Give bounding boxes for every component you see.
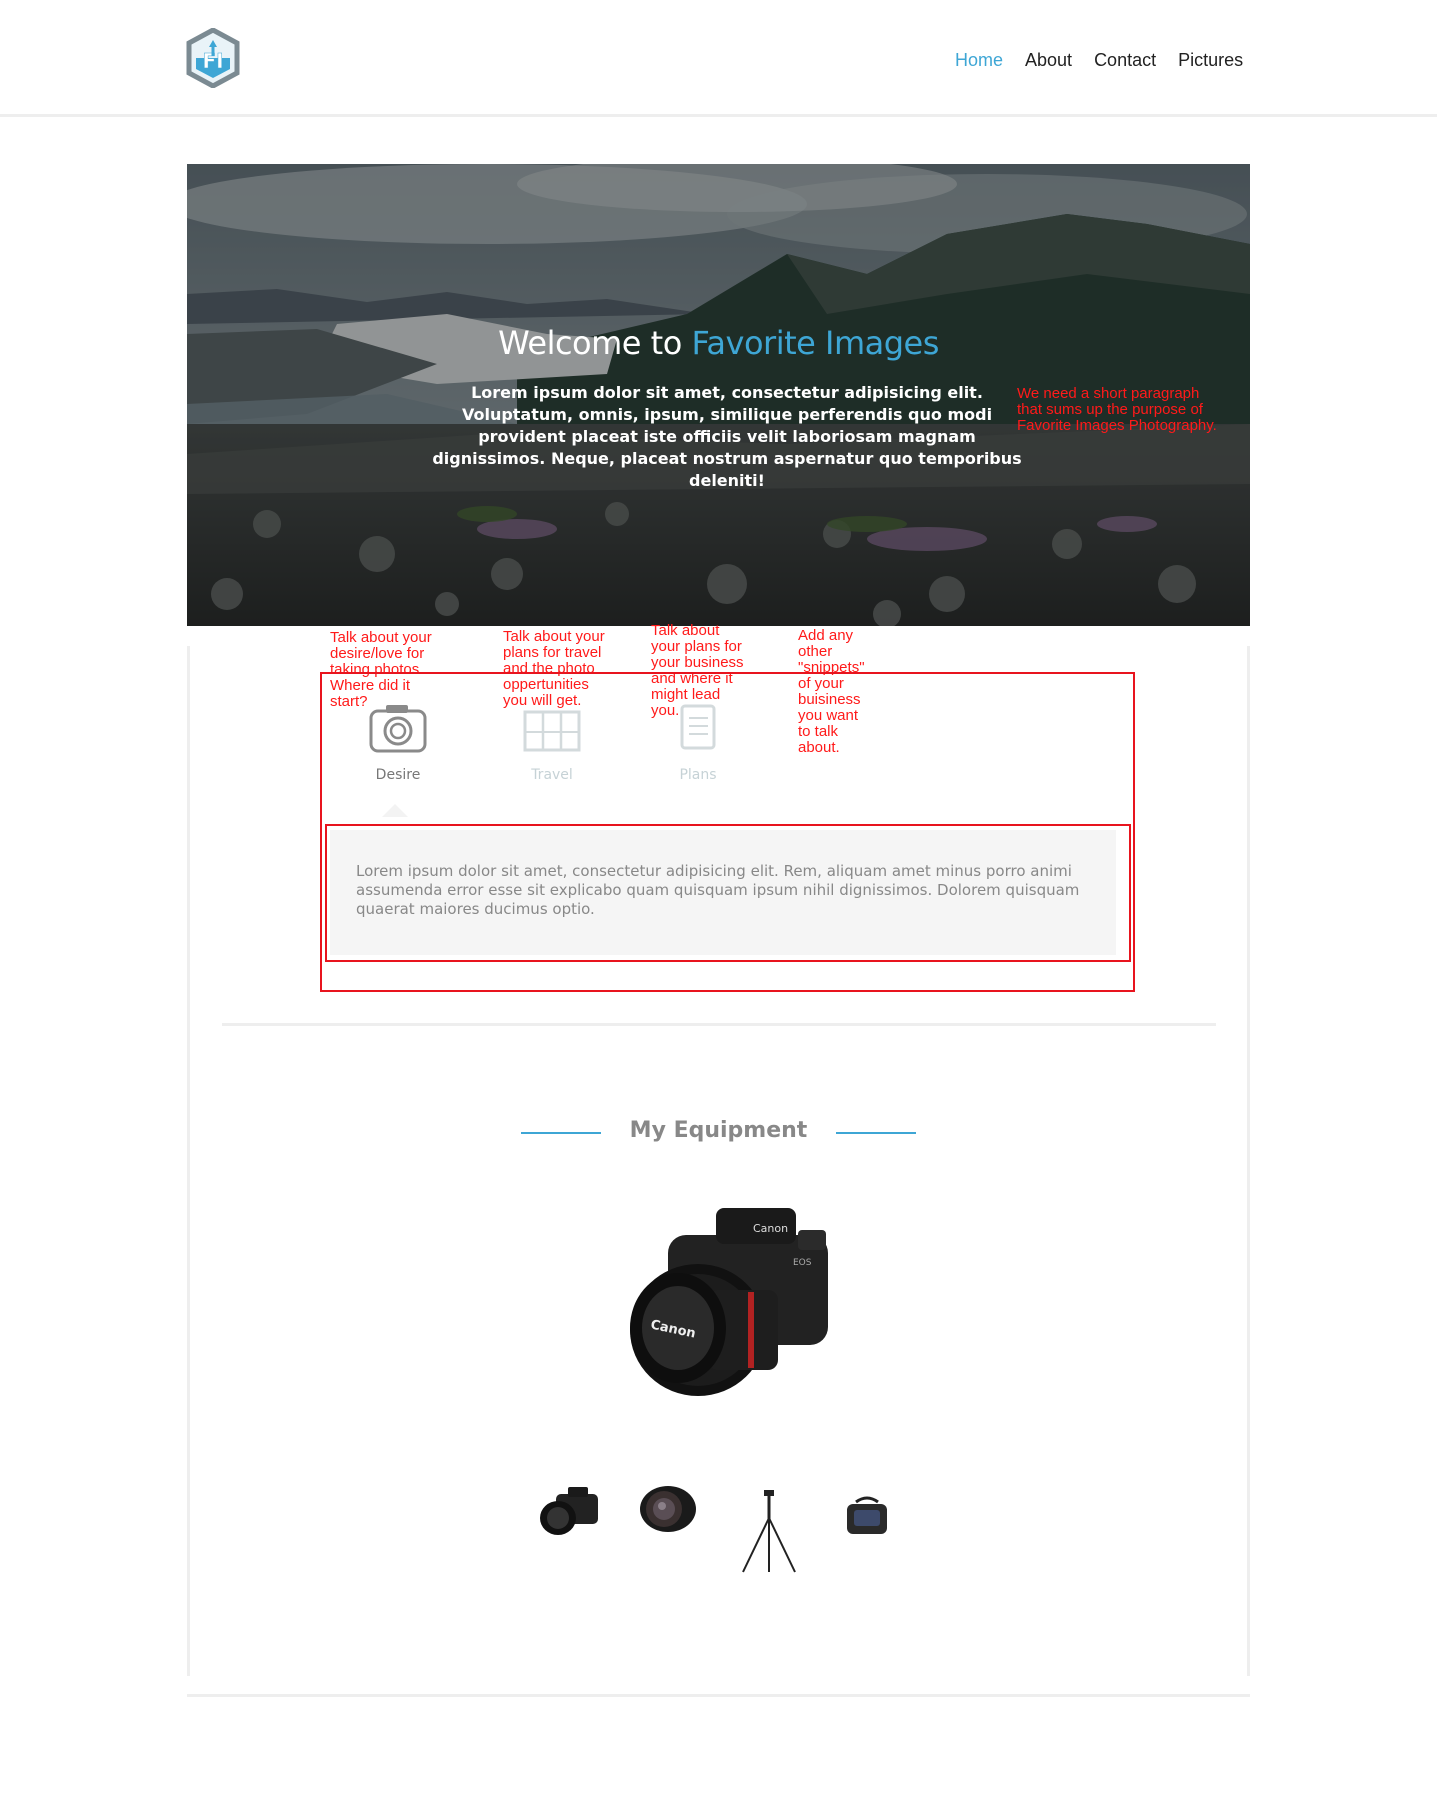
- site-header: FI Home About Contact Pictures: [0, 0, 1437, 117]
- hero-annotation-note: We need a short paragraph that sums up t…: [1017, 385, 1217, 434]
- hero-paragraph: Lorem ipsum dolor sit amet, consectetur …: [432, 383, 1022, 490]
- thumb-camera-body[interactable]: [538, 1484, 600, 1538]
- equipment-title: My Equipment: [629, 1118, 808, 1143]
- nav-home[interactable]: Home: [955, 50, 1003, 71]
- hero-banner: Welcome to Favorite Images Lorem ipsum d…: [187, 164, 1250, 626]
- featured-camera-image: Canon EOS Canon: [630, 1208, 828, 1396]
- hero-title-brand: Favorite Images: [691, 324, 939, 362]
- nav-about[interactable]: About: [1025, 50, 1072, 71]
- tab-content-text: Lorem ipsum dolor sit amet, consectetur …: [356, 862, 1080, 918]
- footer-rule: [187, 1694, 1250, 1697]
- camera-icon: [369, 705, 427, 753]
- main-nav: Home About Contact Pictures: [955, 50, 1265, 71]
- thumb-lens[interactable]: [638, 1484, 698, 1534]
- hero-title-prefix: Welcome to: [498, 324, 692, 362]
- tab-desire[interactable]: Desire: [358, 702, 438, 783]
- section-divider: [222, 1023, 1216, 1026]
- svg-text:EOS: EOS: [793, 1258, 812, 1268]
- map-icon: [523, 710, 581, 752]
- tab-travel[interactable]: Travel: [512, 702, 592, 783]
- tab-content-panel: Lorem ipsum dolor sit amet, consectetur …: [330, 830, 1116, 955]
- tab-pointer-arrow: [382, 804, 408, 817]
- tab-label-travel: Travel: [531, 767, 573, 783]
- svg-text:Canon: Canon: [753, 1222, 788, 1235]
- thumb-camera-bag[interactable]: [844, 1494, 890, 1536]
- hero-title: Welcome to Favorite Images: [187, 324, 1250, 362]
- tab-label-plans: Plans: [679, 767, 717, 783]
- title-line-right: [836, 1132, 916, 1134]
- tab-label-desire: Desire: [375, 767, 421, 783]
- tab-plans[interactable]: Plans: [658, 702, 738, 783]
- nav-pictures[interactable]: Pictures: [1178, 50, 1243, 71]
- notebook-icon: [680, 704, 716, 750]
- site-logo[interactable]: FI: [186, 28, 240, 88]
- nav-contact[interactable]: Contact: [1094, 50, 1156, 71]
- thumb-tripod[interactable]: [740, 1488, 798, 1574]
